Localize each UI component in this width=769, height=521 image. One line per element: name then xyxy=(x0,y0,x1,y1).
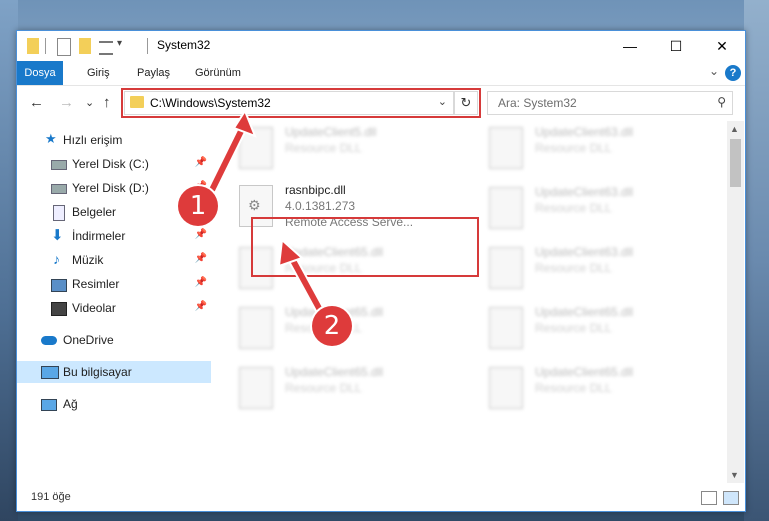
step-marker-2: 2 xyxy=(312,306,352,346)
annotation-arrows xyxy=(207,108,325,313)
arrow-2-line xyxy=(287,253,323,312)
step-marker-1: 1 xyxy=(178,186,218,226)
arrow-1-line xyxy=(209,121,248,192)
